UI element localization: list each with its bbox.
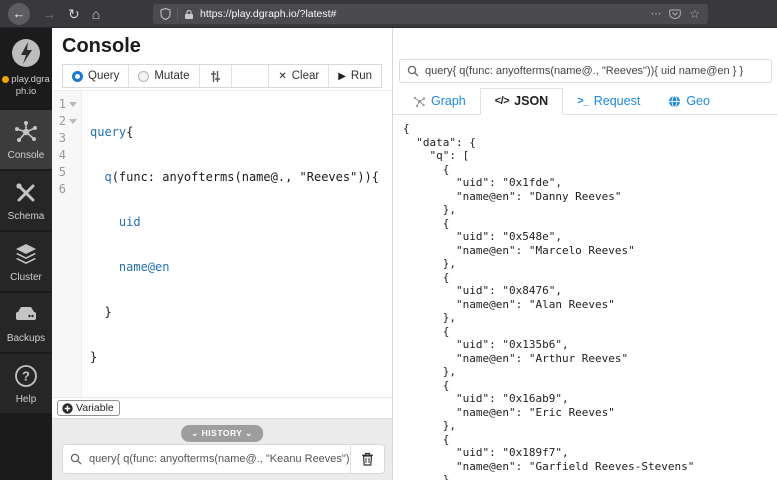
line-number: 1 xyxy=(52,96,66,113)
clear-button[interactable]: ✕ Clear xyxy=(268,65,328,87)
fold-caret-icon[interactable] xyxy=(69,119,77,124)
code-line: query{ xyxy=(90,124,392,141)
status-dot xyxy=(2,76,9,83)
sidebar-brand-label: play.dgraph.io xyxy=(2,74,50,98)
mutate-radio-option[interactable]: Mutate xyxy=(129,65,199,87)
url-text[interactable]: https://play.dgraph.io/?latest# xyxy=(200,8,651,20)
sidebar-item-label: Help xyxy=(2,394,50,405)
mutate-radio-label: Mutate xyxy=(154,70,189,82)
sidebar-item-label: Backups xyxy=(2,333,50,344)
variable-button-label: Variable xyxy=(76,402,114,414)
help-icon: ? xyxy=(13,363,39,389)
code-line: uid xyxy=(90,214,392,231)
line-number: 6 xyxy=(52,181,66,198)
console-panel: Console Query Mutate ✕ Clear ▶ xyxy=(52,28,393,480)
toolbar-spacer xyxy=(232,65,269,87)
radio-unselected-icon[interactable] xyxy=(138,71,149,82)
graph-icon xyxy=(413,95,426,108)
lock-icon xyxy=(184,9,194,20)
line-number: 5 xyxy=(52,164,66,181)
history-entry-text: query{ q(func: anyofterms(name@., "Keanu… xyxy=(89,453,350,465)
sidebar-brand[interactable]: play.dgraph.io xyxy=(0,28,52,108)
tab-json[interactable]: </> JSON xyxy=(480,88,563,115)
network-graph-icon xyxy=(13,119,39,145)
tab-graph[interactable]: Graph xyxy=(399,89,480,114)
query-radio-label: Query xyxy=(88,70,119,82)
sidebar-item-label: Console xyxy=(2,150,50,161)
line-number: 2 xyxy=(52,113,66,130)
pocket-icon[interactable] xyxy=(669,8,681,20)
add-circle-icon xyxy=(62,403,73,414)
query-radio-option[interactable]: Query xyxy=(63,65,129,87)
code-line: } xyxy=(90,304,392,321)
sidebar-item-cluster[interactable]: Cluster xyxy=(0,232,52,291)
trash-icon xyxy=(361,452,374,466)
history-section: ⌄ HISTORY ⌄ query{ q(func: anyofterms(na… xyxy=(52,418,392,480)
history-entry[interactable]: query{ q(func: anyofterms(name@., "Keanu… xyxy=(62,444,385,474)
radio-selected-icon[interactable] xyxy=(72,71,83,82)
tab-label: Geo xyxy=(686,94,710,108)
divider xyxy=(177,8,178,20)
sidebar-item-help[interactable]: ? Help xyxy=(0,354,52,413)
page-title: Console xyxy=(62,35,392,58)
editor-code[interactable]: query{ q(func: anyofterms(name@., "Reeve… xyxy=(82,91,392,397)
globe-icon xyxy=(668,95,681,108)
fold-caret-icon[interactable] xyxy=(69,102,77,107)
sidebar-item-label: Cluster xyxy=(2,272,50,283)
dgraph-logo-icon xyxy=(9,36,43,70)
tools-icon xyxy=(13,180,39,206)
drive-icon xyxy=(13,302,39,328)
home-button[interactable]: ⌂ xyxy=(92,7,100,21)
browser-toolbar: ← → ↻ ⌂ https://play.dgraph.io/?latest# … xyxy=(0,0,777,28)
query-toolbar: Query Mutate ✕ Clear ▶ Run xyxy=(62,64,382,88)
json-output[interactable]: { "data": { "q": [ { "uid": "0x1fde", "n… xyxy=(393,115,777,480)
run-play-icon: ▶ xyxy=(338,71,346,82)
svg-text:?: ? xyxy=(22,368,30,383)
search-icon xyxy=(70,453,82,465)
tab-label: JSON xyxy=(514,94,548,108)
sidebar: play.dgraph.io Console xyxy=(0,28,52,480)
code-line: q(func: anyofterms(name@., "Reeves")){ xyxy=(90,169,392,186)
sidebar-item-label: Schema xyxy=(2,211,50,222)
terminal-prompt-icon: >_ xyxy=(577,95,589,107)
sliders-icon xyxy=(209,70,222,83)
editor-gutter: 1 2 3 4 5 6 xyxy=(52,91,82,397)
executed-query-bar[interactable]: query{ q(func: anyofterms(name@., "Reeve… xyxy=(399,59,772,83)
sidebar-item-schema[interactable]: Schema xyxy=(0,171,52,230)
url-bar[interactable]: https://play.dgraph.io/?latest# ⋯ ☆ xyxy=(153,4,708,24)
run-button[interactable]: ▶ Run xyxy=(328,65,381,87)
clear-button-label: Clear xyxy=(292,70,319,82)
layers-icon xyxy=(13,241,39,267)
results-tabs: Graph </> JSON >_ Request Geo xyxy=(393,88,777,115)
forward-button[interactable]: → xyxy=(42,7,56,21)
query-editor[interactable]: 1 2 3 4 5 6 query{ q(func: anyofterms(na… xyxy=(52,90,392,397)
line-number: 3 xyxy=(52,130,66,147)
search-icon xyxy=(407,65,419,77)
tracking-shield-icon[interactable] xyxy=(160,8,171,20)
reload-button[interactable]: ↻ xyxy=(68,7,80,21)
line-number: 4 xyxy=(52,147,66,164)
tab-geo[interactable]: Geo xyxy=(654,89,724,114)
sidebar-item-backups[interactable]: Backups xyxy=(0,293,52,352)
executed-query-text: query{ q(func: anyofterms(name@., "Reeve… xyxy=(425,65,743,77)
delete-history-button[interactable] xyxy=(350,445,384,473)
editor-options-button[interactable] xyxy=(200,65,232,87)
tab-label: Request xyxy=(594,94,641,108)
back-button[interactable]: ← xyxy=(8,3,30,25)
page-actions-icon[interactable]: ⋯ xyxy=(651,8,662,20)
tab-request[interactable]: >_ Request xyxy=(563,89,654,114)
sidebar-filler xyxy=(0,415,52,480)
variable-button[interactable]: Variable xyxy=(57,400,120,416)
variable-strip: Variable xyxy=(52,397,392,418)
code-line: } xyxy=(90,349,392,366)
code-brackets-icon: </> xyxy=(495,95,509,107)
history-toggle[interactable]: ⌄ HISTORY ⌄ xyxy=(181,425,263,442)
clear-x-icon: ✕ xyxy=(278,71,286,82)
results-panel: query{ q(func: anyofterms(name@., "Reeve… xyxy=(393,28,777,480)
code-line: name@en xyxy=(90,259,392,276)
run-button-label: Run xyxy=(351,70,372,82)
bookmark-star-icon[interactable]: ☆ xyxy=(689,7,700,21)
tab-label: Graph xyxy=(431,94,466,108)
sidebar-item-console[interactable]: Console xyxy=(0,110,52,169)
